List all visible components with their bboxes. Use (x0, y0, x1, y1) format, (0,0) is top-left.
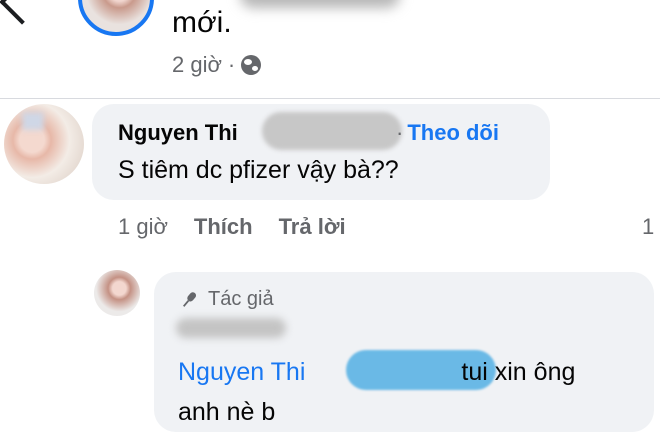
author-badge: Tác giả (178, 288, 274, 311)
reply-author-avatar[interactable] (94, 270, 140, 316)
post-time[interactable]: 2 giờ (172, 52, 222, 78)
post-text: mới. (172, 6, 232, 39)
comment-text: S tiêm dc pfizer vậy bà?? (118, 156, 399, 184)
comment-actions: 1 giờ Thích Trả lời (118, 214, 346, 240)
mention-link[interactable]: Nguyen Thi (178, 358, 305, 386)
divider (0, 98, 660, 99)
redacted-name-blur (176, 318, 286, 338)
comment-time[interactable]: 1 giờ (118, 214, 168, 240)
redacted-text-blur (240, 0, 400, 8)
author-badge-label: Tác giả (208, 288, 274, 310)
commenter-name[interactable]: Nguyen Thi (118, 120, 238, 146)
reply-text: Nguyen Thi tui xin ông anh nè b (178, 352, 648, 432)
reply-button[interactable]: Trả lời (279, 214, 346, 240)
reply-count[interactable]: 1 (642, 214, 654, 240)
globe-icon (241, 55, 262, 75)
back-chevron-icon[interactable] (0, 0, 45, 25)
microphone-icon (182, 291, 197, 307)
post-meta: 2 giờ · (172, 52, 262, 78)
reply-text-line2: anh nè b (178, 398, 276, 426)
follow-button[interactable]: Theo dõi (407, 120, 499, 145)
reply-text-line1: tui xin ông (461, 358, 576, 386)
follow-separator: · (396, 120, 404, 145)
like-button[interactable]: Thích (194, 214, 253, 240)
redacted-name-blur (262, 112, 402, 150)
follow-link-wrap: · Theo dõi (396, 120, 499, 146)
avatar-blur (22, 112, 44, 130)
meta-separator: · (227, 52, 236, 77)
commenter-avatar[interactable] (4, 104, 84, 184)
post-author-avatar[interactable] (78, 0, 154, 36)
